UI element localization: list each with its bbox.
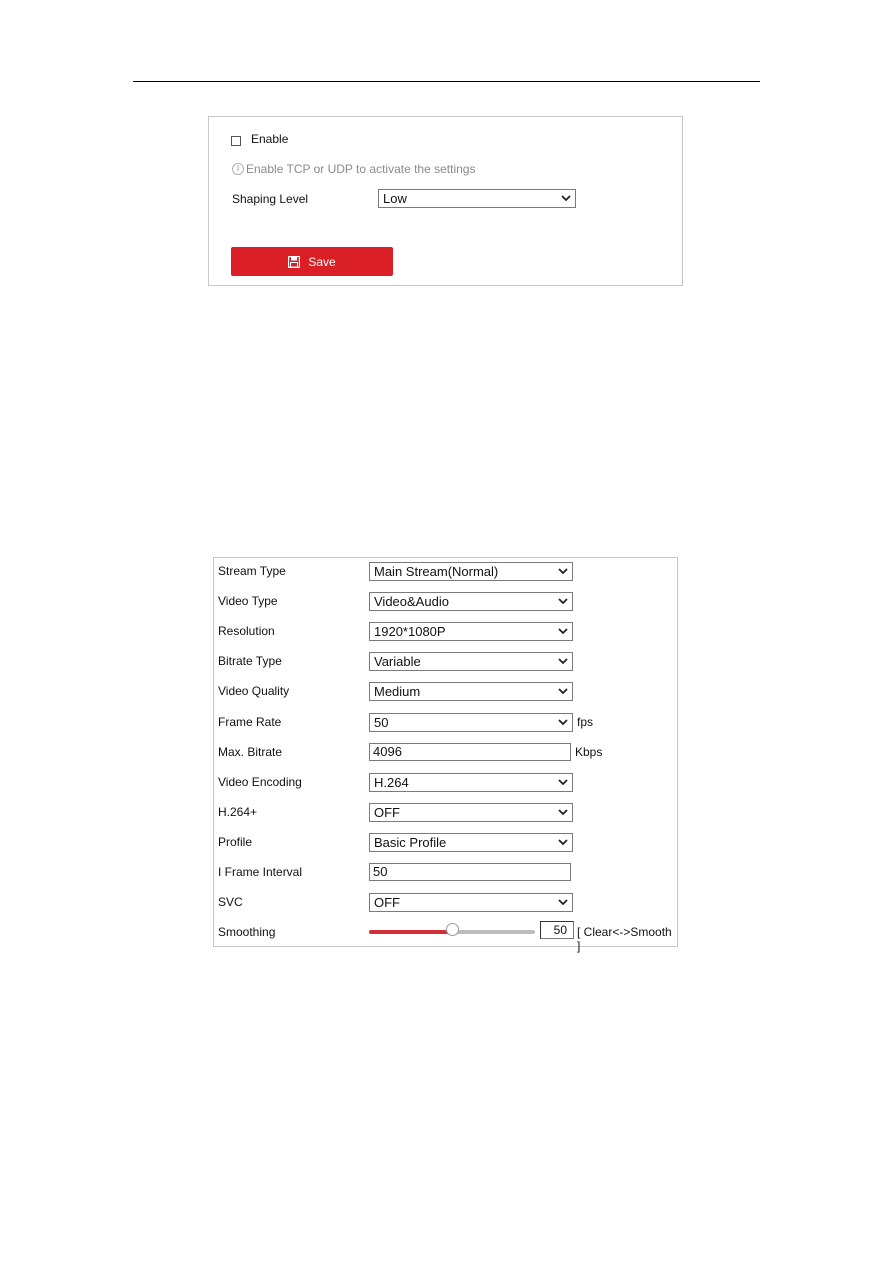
profile-row: Profile Basic Profile xyxy=(218,831,678,852)
svc-label: SVC xyxy=(218,895,243,910)
frame-rate-row: Frame Rate 50 fps xyxy=(218,711,678,732)
h-264-select[interactable]: OFF xyxy=(369,802,573,822)
video-settings-panel: Stream Type Main Stream(Normal) Video Type… xyxy=(213,557,678,953)
shaping-level-select[interactable]: Low xyxy=(378,189,576,208)
stream-type-select[interactable]: Main Stream(Normal) xyxy=(369,562,573,581)
video-encoding-select[interactable]: H.264 xyxy=(369,772,573,792)
save-button[interactable]: Save xyxy=(231,247,393,276)
profile-select[interactable]: Basic Profile xyxy=(369,832,573,852)
traffic-shaping-panel: Enable i Enable TCP or UDP to activate t… xyxy=(208,116,683,286)
max-bitrate-input[interactable]: 4096 xyxy=(369,742,571,761)
chevron-down-icon xyxy=(558,568,568,575)
chevron-down-icon xyxy=(558,899,568,906)
video-type-value: Video&Audio xyxy=(374,594,449,610)
video-quality-value: Medium xyxy=(374,684,421,700)
slider-fill xyxy=(369,930,452,935)
header-rule xyxy=(133,81,760,82)
frame-rate-label: Frame Rate xyxy=(218,714,282,729)
i-frame-interval-input[interactable]: 50 xyxy=(369,863,571,881)
frame-rate-select[interactable]: 50 xyxy=(369,712,573,732)
shaping-level-row: Shaping Level Low xyxy=(232,188,682,210)
profile-value: Basic Profile xyxy=(374,834,447,850)
video-type-label: Video Type xyxy=(218,594,278,609)
frame-rate-value: 50 xyxy=(374,714,389,730)
svc-row: SVC OFF xyxy=(218,891,678,913)
profile-label: Profile xyxy=(218,834,253,849)
resolution-label: Resolution xyxy=(218,624,275,639)
svc-value: OFF xyxy=(374,895,400,911)
stream-type-value: Main Stream(Normal) xyxy=(374,564,499,579)
i-frame-interval-label: I Frame Interval xyxy=(218,865,303,879)
h-264-value: OFF xyxy=(374,804,400,820)
smoothing-label: Smoothing xyxy=(218,925,276,940)
video-quality-label: Video Quality xyxy=(218,684,290,699)
chevron-down-icon xyxy=(558,809,568,816)
save-icon xyxy=(288,255,301,268)
smoothing-hint: [ Clear<->Smooth ] xyxy=(577,925,672,954)
resolution-select[interactable]: 1920*1080P xyxy=(369,622,573,642)
video-type-row: Video Type Video&Audio xyxy=(218,590,678,612)
chevron-down-icon xyxy=(561,195,571,202)
smoothing-value-input[interactable]: 50 xyxy=(540,921,574,940)
shaping-level-value: Low xyxy=(383,191,407,206)
video-encoding-value: H.264 xyxy=(374,774,409,790)
bitrate-type-row: Bitrate Type Variable xyxy=(218,650,678,672)
chevron-down-icon xyxy=(558,658,568,665)
svc-select[interactable]: OFF xyxy=(369,893,573,913)
chevron-down-icon xyxy=(558,779,568,785)
chevron-down-icon xyxy=(558,628,568,635)
video-quality-row: Video Quality Medium xyxy=(218,680,678,702)
video-encoding-row: Video Encoding H.264 xyxy=(218,771,678,792)
video-quality-select[interactable]: Medium xyxy=(369,682,573,702)
enable-label: Enable xyxy=(251,132,289,146)
hint-text: Enable TCP or UDP to activate the settin… xyxy=(246,162,476,176)
hint-row: i Enable TCP or UDP to activate the sett… xyxy=(232,162,475,176)
max-bitrate-unit: Kbps xyxy=(575,744,603,759)
chevron-down-icon xyxy=(558,718,568,725)
h-264-row: H.264+ OFF xyxy=(218,801,678,822)
resolution-value: 1920*1080P xyxy=(374,624,446,640)
stream-type-row: Stream Type Main Stream(Normal) xyxy=(218,560,678,581)
info-icon: i xyxy=(232,163,244,175)
max-bitrate-label: Max. Bitrate xyxy=(218,744,283,759)
enable-row: Enable xyxy=(231,132,288,146)
enable-checkbox[interactable] xyxy=(231,135,241,146)
shaping-level-label: Shaping Level xyxy=(232,192,309,206)
stream-type-label: Stream Type xyxy=(218,564,286,578)
chevron-down-icon xyxy=(558,688,568,695)
smoothing-slider[interactable] xyxy=(369,923,535,937)
frame-rate-unit: fps xyxy=(577,714,594,729)
chevron-down-icon xyxy=(558,839,568,846)
video-type-select[interactable]: Video&Audio xyxy=(369,592,573,612)
bitrate-type-value: Variable xyxy=(374,654,421,670)
video-encoding-label: Video Encoding xyxy=(218,774,302,789)
h-264-label: H.264+ xyxy=(218,804,258,819)
slider-thumb[interactable] xyxy=(446,923,459,937)
i-frame-interval-row: I Frame Interval 50 xyxy=(218,861,678,881)
max-bitrate-row: Max. Bitrate 4096 Kbps xyxy=(218,741,678,761)
bitrate-type-label: Bitrate Type xyxy=(218,654,282,669)
smoothing-row: Smoothing 50[ Clear<->Smooth ] xyxy=(218,921,678,953)
save-label: Save xyxy=(308,254,336,269)
bitrate-type-select[interactable]: Variable xyxy=(369,652,573,672)
resolution-row: Resolution 1920*1080P xyxy=(218,620,678,642)
chevron-down-icon xyxy=(558,598,568,605)
